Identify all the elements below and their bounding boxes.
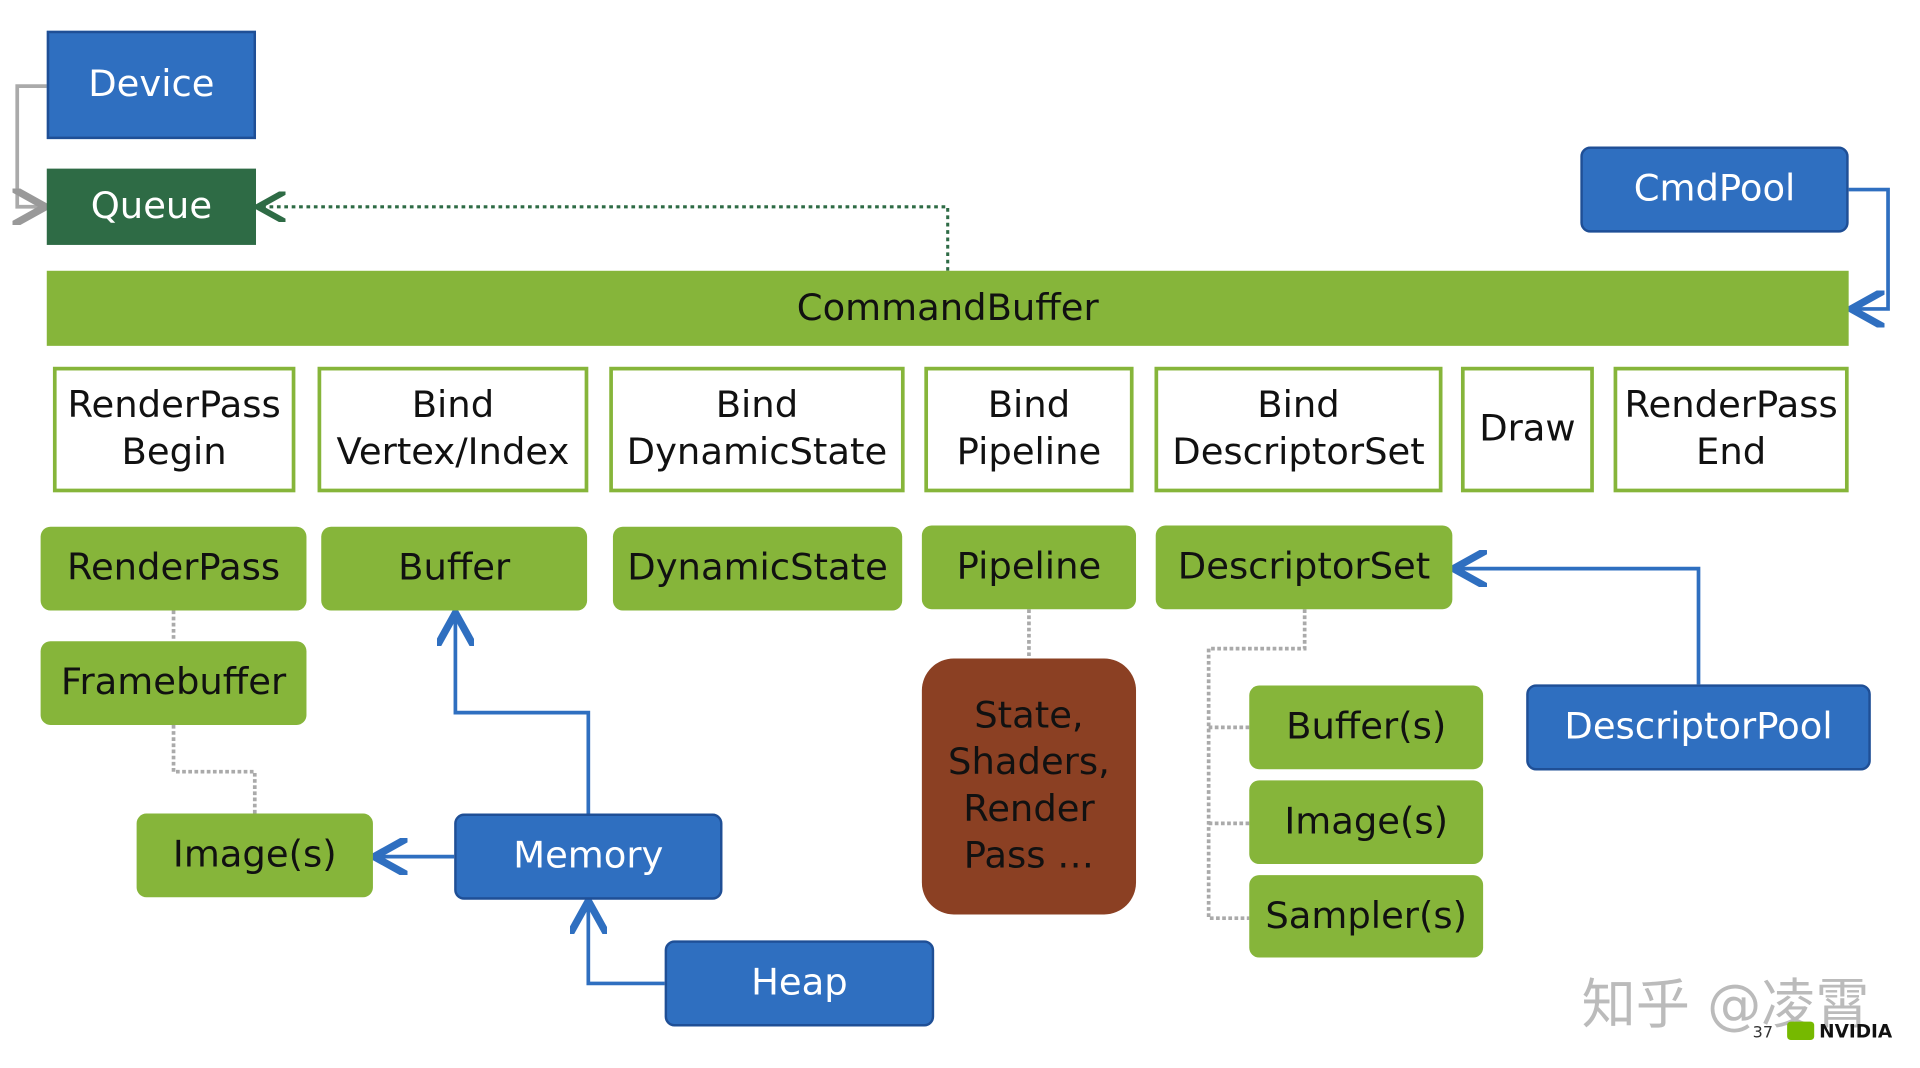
descriptor-samplers-node: Sampler(s) [1249,875,1484,958]
descriptor-images-node: Image(s) [1249,780,1484,865]
renderpass-node: RenderPass [40,526,307,611]
heap-memory-link [588,905,665,986]
dynamicstate-node: DynamicState [612,526,903,611]
nvidia-logo: NVIDIA [1819,1020,1893,1043]
cmdpool-node: CmdPool [1580,146,1849,233]
descriptorpool-node: DescriptorPool [1526,684,1871,771]
vulkan-object-diagram: Device Queue CmdPool CommandBuffer Rende… [0,0,1920,1068]
memory-node: Memory [454,813,723,900]
framebuffer-node: Framebuffer [40,641,307,725]
renderpass-begin-cmd: RenderPass Begin [52,366,296,493]
pipeline-node: Pipeline [921,525,1137,610]
renderpass-end-cmd: RenderPass End [1613,366,1849,493]
heap-node: Heap [664,940,935,1027]
descriptorset-node: DescriptorSet [1155,525,1453,610]
bind-descriptorset-cmd: Bind DescriptorSet [1154,366,1443,493]
images-node: Image(s) [136,813,373,898]
cmdpool-commandbuffer-link [1849,187,1890,309]
device-node: Device [46,30,257,140]
bind-vertex-index-cmd: Bind Vertex/Index [317,366,589,493]
descriptorpool-descriptorset-link [1457,569,1701,685]
descriptor-buffers-node: Buffer(s) [1249,685,1484,770]
draw-cmd: Draw [1460,366,1594,493]
bind-dynamicstate-cmd: Bind DynamicState [609,366,905,493]
nvidia-eye-icon [1787,1021,1815,1041]
bind-pipeline-cmd: Bind Pipeline [924,366,1134,493]
pipeline-state-node: State, Shaders, Render Pass … [921,658,1137,915]
queue-node: Queue [46,168,257,245]
buffer-node: Buffer [321,526,588,611]
device-queue-link [17,84,47,207]
page-number: 37 [1752,1024,1774,1043]
memory-buffer-link [455,617,591,814]
commandbuffer-bar: CommandBuffer [46,270,1849,346]
commandbuffer-queue-link [261,207,950,271]
